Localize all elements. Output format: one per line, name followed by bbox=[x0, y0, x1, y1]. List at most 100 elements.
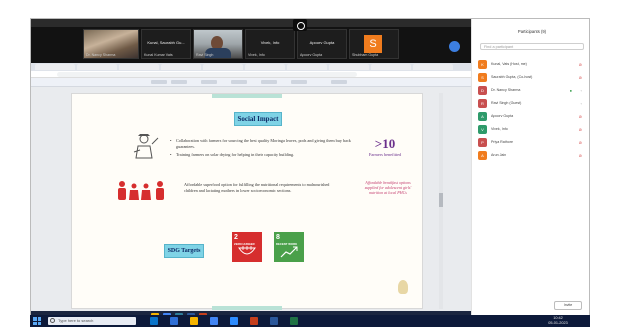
toolbar-button[interactable] bbox=[201, 80, 217, 84]
powerpoint-icon[interactable] bbox=[250, 317, 258, 325]
video-on-icon[interactable]: ● bbox=[570, 88, 572, 93]
tile-caption: Dr. Nancy Sharma bbox=[86, 53, 116, 57]
slide-header-strip bbox=[212, 94, 282, 98]
toolbar-button[interactable] bbox=[231, 80, 247, 84]
muted-mic-icon[interactable]: ⊘ bbox=[579, 127, 582, 132]
bullet-item: Collaboration with farmers for sourcing … bbox=[170, 138, 358, 150]
muted-mic-icon[interactable]: ⊘ bbox=[579, 75, 582, 80]
participant-row[interactable]: K Kunal, Vats (Host, me) ⊘ bbox=[478, 59, 586, 70]
search-icon bbox=[50, 318, 55, 323]
toolbar-button[interactable] bbox=[151, 80, 167, 84]
muted-mic-icon[interactable]: ⊘ bbox=[579, 140, 582, 145]
participant-row[interactable]: D Dr. Nancy Sharma ● ◦ bbox=[478, 85, 586, 96]
video-tile[interactable]: Ravi Singh bbox=[193, 29, 243, 59]
browser-tab[interactable] bbox=[119, 64, 159, 70]
self-view-icon[interactable] bbox=[449, 41, 460, 52]
participant-name: Vivek, Info bbox=[491, 127, 508, 131]
participant-row[interactable]: P Priya Rathore ⊘ bbox=[478, 137, 586, 148]
windows-start-icon[interactable] bbox=[33, 317, 41, 325]
muted-mic-icon[interactable]: ⊘ bbox=[579, 153, 582, 158]
browser-tab[interactable] bbox=[77, 64, 117, 70]
participants-header: Participants (9) bbox=[517, 29, 547, 34]
taskview-icon[interactable] bbox=[150, 317, 158, 325]
participant-avatar: K bbox=[478, 60, 487, 69]
nutrition-text: Affordable superfood option for fulfilli… bbox=[184, 182, 330, 193]
sdg-number: 2 bbox=[234, 234, 238, 241]
participant-name: Saurabh Gupta, (Co-host) bbox=[491, 75, 533, 79]
participant-name: Apoorv Gupta bbox=[491, 114, 514, 118]
toolbar-button[interactable] bbox=[331, 80, 347, 84]
scrollbar-thumb[interactable] bbox=[439, 193, 443, 207]
clock-date: 05-01-2023 bbox=[548, 321, 568, 325]
vertical-scrollbar[interactable] bbox=[439, 93, 443, 309]
breakfast-note: Affordable breakfast options supplied fo… bbox=[364, 180, 412, 195]
presentation-slide: Social Impact Collaboration with farmers… bbox=[71, 93, 423, 310]
participant-search-input[interactable]: Find a participant bbox=[480, 43, 584, 50]
browser-tab[interactable] bbox=[287, 64, 327, 70]
muted-mic-icon[interactable]: ⊘ bbox=[579, 114, 582, 119]
url-field[interactable] bbox=[57, 72, 357, 77]
tile-name: Apoorv Gupta bbox=[309, 40, 335, 45]
browser-tab[interactable] bbox=[371, 64, 411, 70]
participant-row[interactable]: S Saurabh Gupta, (Co-host) ⊘ bbox=[478, 72, 586, 83]
camera-icon[interactable] bbox=[293, 19, 307, 31]
browser-tab[interactable] bbox=[329, 64, 369, 70]
video-tile[interactable]: Kunal, Saurabh Gu... Kunal Kumar Vats bbox=[141, 29, 191, 59]
participant-row[interactable]: R Ravi Singh (Guest) ◦ bbox=[478, 98, 586, 109]
tile-caption: Shubham Gupta bbox=[352, 53, 379, 57]
word-icon[interactable] bbox=[270, 317, 278, 325]
zoom-icon[interactable] bbox=[230, 317, 238, 325]
toolbar-button[interactable] bbox=[291, 80, 307, 84]
slide-title: Social Impact bbox=[234, 112, 282, 126]
browser-tab[interactable] bbox=[413, 64, 453, 70]
sdg-targets-title: SDG Targets bbox=[164, 244, 204, 258]
participant-name: Priya Rathore bbox=[491, 140, 513, 144]
tile-caption: Ravi Singh bbox=[196, 53, 214, 57]
impact-bullet-list: Collaboration with farmers for sourcing … bbox=[170, 138, 358, 160]
system-clock[interactable]: 10:42 05-01-2023 bbox=[540, 316, 576, 326]
participant-row[interactable]: A Apoorv Gupta ⊘ bbox=[478, 111, 586, 122]
browser-tab[interactable] bbox=[245, 64, 285, 70]
sdg-2-tile: 2 ZERO HUNGER bbox=[232, 232, 262, 262]
document-toolbar bbox=[31, 78, 471, 87]
farmer-icon bbox=[133, 134, 159, 159]
participant-row[interactable]: V Vivek, Info ⊘ bbox=[478, 124, 586, 135]
browser-tab[interactable] bbox=[35, 64, 75, 70]
participant-avatar: D bbox=[478, 86, 487, 95]
mic-icon[interactable]: ◦ bbox=[581, 101, 582, 106]
tile-name: Kunal, Saurabh Gu... bbox=[147, 40, 185, 45]
file-explorer-icon[interactable] bbox=[190, 317, 198, 325]
address-bar[interactable] bbox=[31, 71, 471, 78]
participant-name: Arun Jain bbox=[491, 153, 507, 157]
toolbar-button[interactable] bbox=[171, 80, 187, 84]
shared-browser-window: Social Impact Collaboration with farmers… bbox=[31, 63, 471, 321]
participant-avatar: R bbox=[478, 99, 487, 108]
windows-taskbar: Type here to search 10:42 05-01-2023 bbox=[30, 315, 590, 327]
family-icon bbox=[118, 181, 164, 200]
mic-icon[interactable]: ◦ bbox=[581, 88, 582, 93]
participant-avatar: A bbox=[478, 112, 487, 121]
participants-panel: Participants (9) Find a participant K Ku… bbox=[471, 19, 589, 321]
browser-tab[interactable] bbox=[203, 64, 243, 70]
muted-mic-icon[interactable]: ⊘ bbox=[579, 62, 582, 67]
video-tile[interactable]: Vivek, Info Vivek, Info bbox=[245, 29, 295, 59]
taskbar-search-input[interactable]: Type here to search bbox=[48, 317, 136, 325]
slide-footer-strip bbox=[212, 306, 282, 310]
toolbar-button[interactable] bbox=[261, 80, 277, 84]
participant-row[interactable]: A Arun Jain ⊘ bbox=[478, 150, 586, 161]
video-tile[interactable]: Apoorv Gupta Apoorv Gupta bbox=[297, 29, 347, 59]
document-viewer: Social Impact Collaboration with farmers… bbox=[31, 87, 471, 311]
edge-icon[interactable] bbox=[170, 317, 178, 325]
video-tile-strip: Dr. Nancy Sharma Kunal, Saurabh Gu... Ku… bbox=[31, 27, 471, 63]
video-tile[interactable]: S Shubham Gupta bbox=[349, 29, 399, 59]
tile-caption: Apoorv Gupta bbox=[300, 53, 323, 57]
chrome-icon[interactable] bbox=[210, 317, 218, 325]
sdg-8-tile: 8 DECENT WORK bbox=[274, 232, 304, 262]
browser-tab[interactable] bbox=[161, 64, 201, 70]
participant-avatar: A bbox=[478, 151, 487, 160]
participant-name: Ravi Singh (Guest) bbox=[491, 101, 522, 105]
invite-button[interactable]: Invite bbox=[554, 301, 582, 310]
video-tile[interactable]: Dr. Nancy Sharma bbox=[83, 29, 139, 59]
participant-avatar: P bbox=[478, 138, 487, 147]
excel-icon[interactable] bbox=[290, 317, 298, 325]
